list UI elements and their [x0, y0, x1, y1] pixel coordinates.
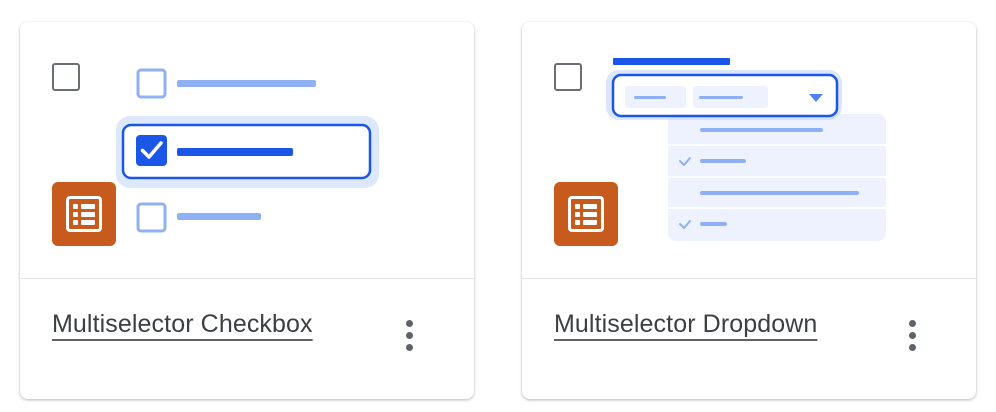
card-title-link[interactable]: Multiselector Checkbox: [52, 310, 313, 339]
more-vert-icon[interactable]: [901, 315, 925, 355]
form-list-icon: [554, 182, 618, 246]
checked-box-icon: [136, 135, 167, 166]
accent-bar: [613, 58, 730, 65]
card-divider: [20, 278, 474, 279]
option-line: [177, 148, 293, 156]
template-card-checkbox[interactable]: Multiselector Checkbox: [20, 22, 474, 399]
card-divider: [522, 278, 976, 279]
more-vert-icon[interactable]: [398, 315, 422, 355]
select-card-checkbox[interactable]: [554, 63, 582, 91]
option-line: [177, 213, 261, 220]
card-title-link[interactable]: Multiselector Dropdown: [554, 310, 817, 339]
form-list-icon: [52, 182, 116, 246]
unchecked-box-icon: [136, 68, 167, 99]
template-card-dropdown[interactable]: Multiselector Dropdown: [522, 22, 976, 399]
option-line: [177, 80, 316, 87]
unchecked-box-icon: [136, 202, 167, 233]
select-card-checkbox[interactable]: [52, 63, 80, 91]
